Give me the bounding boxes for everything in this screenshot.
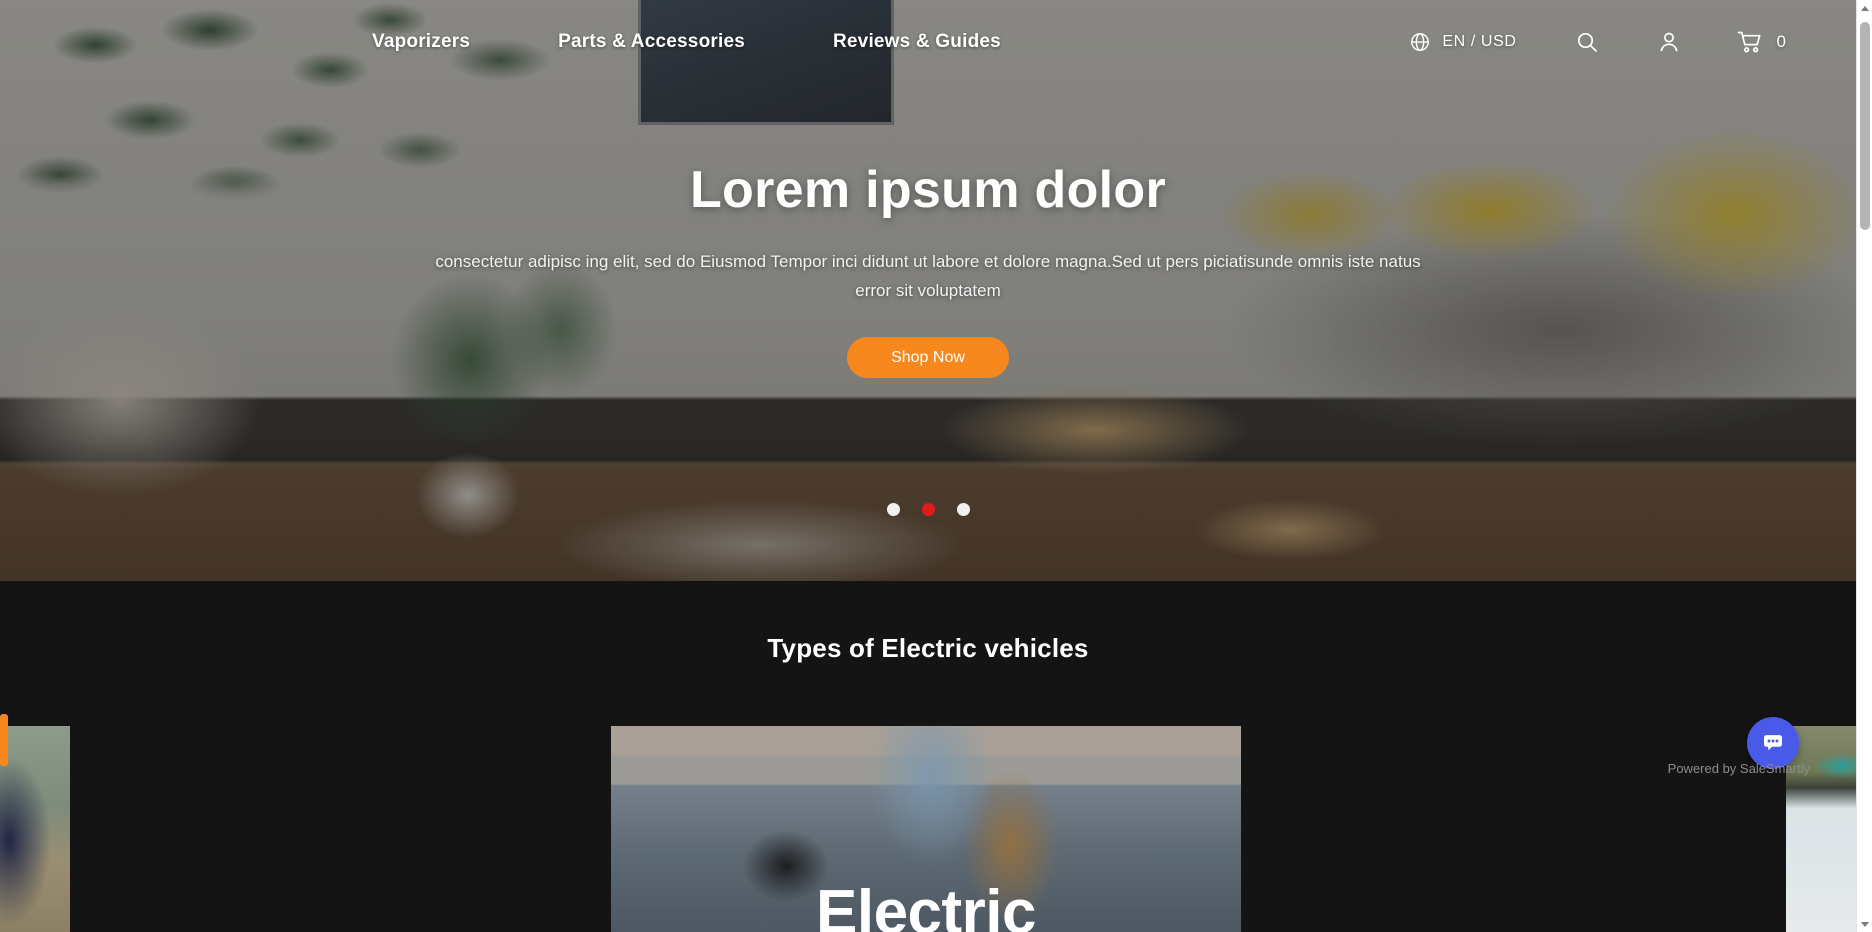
scroll-up-arrow-icon bbox=[1861, 5, 1869, 11]
locale-selector[interactable]: EN / USD bbox=[1409, 31, 1516, 53]
vehicle-card-left-partial[interactable] bbox=[0, 726, 70, 932]
powered-by-label: Powered by SaleSmartly bbox=[1667, 761, 1810, 776]
types-of-electric-vehicles-section: Types of Electric vehicles Electric bbox=[0, 581, 1856, 932]
main-navigation: Vaporizers Parts & Accessories Reviews &… bbox=[372, 31, 1001, 53]
user-account-icon bbox=[1660, 32, 1677, 52]
carousel-dot-1[interactable] bbox=[886, 503, 900, 516]
search-icon bbox=[1577, 32, 1597, 52]
carousel-pagination-dots bbox=[0, 503, 1856, 516]
site-header: Vaporizers Parts & Accessories Reviews &… bbox=[0, 0, 1856, 84]
chat-bubble-icon bbox=[1764, 735, 1782, 751]
vehicle-type-carousel: Electric bbox=[0, 714, 1856, 932]
nav-item-reviews-guides[interactable]: Reviews & Guides bbox=[833, 31, 1001, 53]
scrollbar-thumb[interactable] bbox=[1860, 22, 1870, 230]
vehicle-card-center[interactable]: Electric bbox=[611, 726, 1241, 932]
page-scrollbar[interactable] bbox=[1856, 0, 1872, 932]
carousel-dot-3[interactable] bbox=[956, 503, 970, 516]
carousel-dot-2[interactable] bbox=[921, 503, 935, 516]
search-button[interactable] bbox=[1575, 30, 1599, 54]
scroll-down-arrow-icon bbox=[1861, 921, 1869, 927]
carousel-prev-button[interactable] bbox=[0, 714, 8, 766]
nav-item-vaporizers[interactable]: Vaporizers bbox=[372, 31, 470, 53]
hero-carousel: Vaporizers Parts & Accessories Reviews &… bbox=[0, 0, 1856, 581]
vehicle-card-right-partial[interactable] bbox=[1786, 726, 1856, 932]
scrollbar-up-button[interactable] bbox=[1857, 0, 1872, 16]
shopping-cart-icon bbox=[1737, 31, 1761, 53]
hero-overlay-scrim bbox=[0, 0, 1856, 581]
locale-label: EN / USD bbox=[1442, 33, 1517, 50]
nav-item-parts-accessories[interactable]: Parts & Accessories bbox=[558, 31, 745, 53]
vehicle-card-label: Electric bbox=[815, 878, 1037, 932]
header-utility-bar: EN / USD 0 bbox=[1409, 0, 1786, 84]
shop-now-button[interactable]: Shop Now bbox=[847, 337, 1009, 378]
browser-viewport: Vaporizers Parts & Accessories Reviews &… bbox=[0, 0, 1856, 932]
section-title: Types of Electric vehicles bbox=[767, 633, 1089, 663]
page-root: Vaporizers Parts & Accessories Reviews &… bbox=[0, 0, 1872, 932]
account-button[interactable] bbox=[1657, 30, 1681, 54]
cart-button[interactable]: 0 bbox=[1737, 30, 1786, 54]
globe-icon bbox=[1411, 33, 1430, 51]
cart-item-count: 0 bbox=[1776, 32, 1786, 51]
scrollbar-down-button[interactable] bbox=[1857, 916, 1872, 932]
